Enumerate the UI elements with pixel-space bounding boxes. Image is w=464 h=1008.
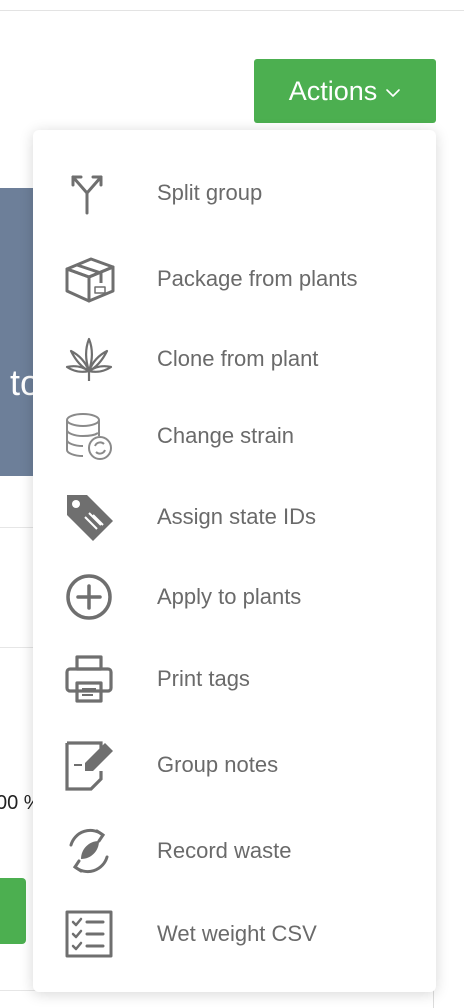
menu-item-print-tags[interactable]: Print tags: [33, 640, 436, 718]
background-green-button[interactable]: [0, 878, 26, 944]
printer-icon: [61, 651, 117, 707]
menu-item-label: Record waste: [157, 838, 292, 863]
actions-button-label: Actions: [288, 75, 378, 106]
cannabis-leaf-icon: [61, 331, 117, 387]
menu-item-label: Package from plants: [157, 266, 358, 291]
note-edit-icon: [61, 737, 117, 793]
checklist-icon: [61, 906, 117, 962]
background-vertical-line: [433, 990, 434, 1008]
actions-button[interactable]: Actions: [254, 59, 436, 123]
menu-item-label: Wet weight CSV: [157, 921, 317, 946]
menu-item-group-notes[interactable]: Group notes: [33, 726, 436, 804]
menu-item-label: Clone from plant: [157, 346, 319, 371]
menu-item-label: Group notes: [157, 752, 279, 777]
menu-item-clone-from-plant[interactable]: Clone from plant: [33, 320, 436, 398]
database-refresh-icon: [61, 408, 117, 464]
menu-item-apply-to-plants[interactable]: Apply to plants: [33, 558, 436, 636]
menu-item-label: Assign state IDs: [157, 504, 316, 529]
actions-dropdown-menu: Split group Package from plants Clone fr…: [33, 130, 436, 992]
recycle-leaf-icon: [61, 823, 117, 879]
menu-item-label: Change strain: [157, 423, 294, 448]
tag-icon: [61, 489, 117, 545]
menu-item-assign-state-ids[interactable]: Assign state IDs: [33, 478, 436, 556]
menu-item-record-waste[interactable]: Record waste: [33, 812, 436, 890]
menu-item-label: Apply to plants: [157, 584, 302, 609]
split-arrow-icon: [61, 165, 117, 221]
package-box-icon: [61, 251, 117, 307]
chevron-down-icon: [386, 89, 401, 97]
plus-circle-icon: [61, 569, 117, 625]
menu-item-change-strain[interactable]: Change strain: [33, 397, 436, 475]
menu-item-label: Split group: [157, 180, 263, 205]
top-divider: [0, 10, 464, 11]
menu-item-split-group[interactable]: Split group: [33, 154, 436, 232]
menu-item-label: Print tags: [157, 666, 250, 691]
menu-item-wet-weight-csv[interactable]: Wet weight CSV: [33, 895, 436, 973]
menu-item-package-from-plants[interactable]: Package from plants: [33, 240, 436, 318]
